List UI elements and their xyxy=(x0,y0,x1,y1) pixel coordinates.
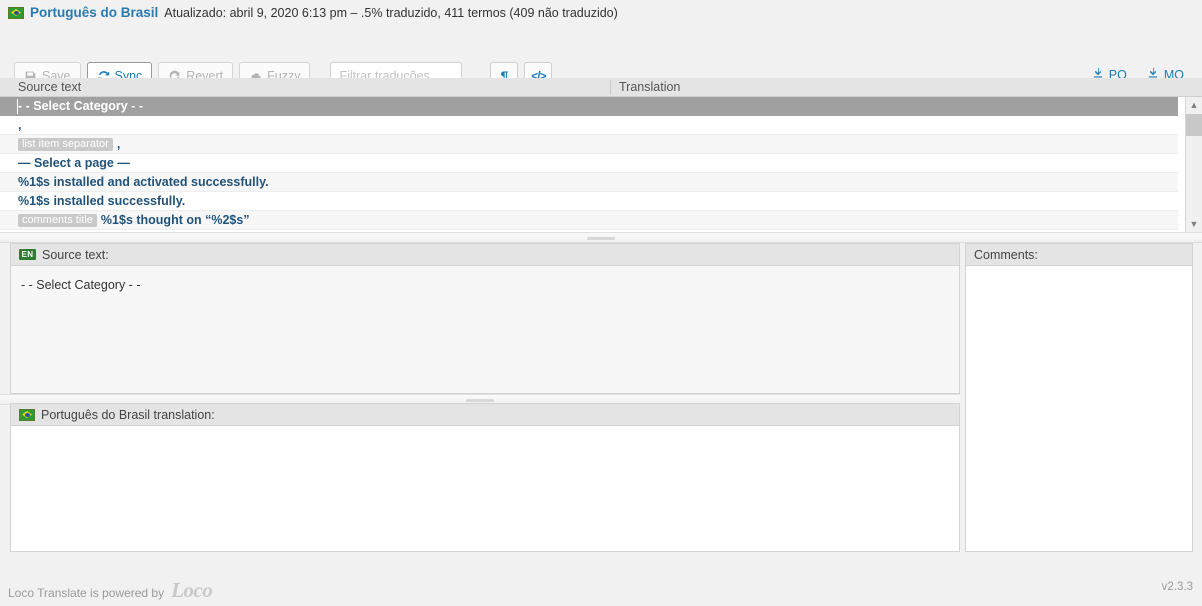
row-source-text: %1$s installed and activated successfull… xyxy=(18,175,269,189)
column-headers: Source text Translation xyxy=(0,78,1202,97)
table-row[interactable]: , xyxy=(0,116,1178,135)
table-row[interactable]: — Select a page — xyxy=(0,154,1178,173)
list-scrollbar[interactable]: ▲ ▼ xyxy=(1185,97,1202,232)
row-column-separator xyxy=(610,116,611,134)
row-context-badge: list item separator xyxy=(18,138,113,151)
footer: Loco Translate is powered by Loco v2.3.3 xyxy=(0,565,1202,606)
column-header-source[interactable]: Source text xyxy=(18,80,81,94)
translation-heading: Português do Brasil translation: xyxy=(41,407,215,422)
translation-list: - - Select Category - -, list item separa… xyxy=(0,97,1202,232)
brazil-flag-icon xyxy=(8,6,24,19)
splitter-grip xyxy=(587,237,615,240)
powered-by-credit: Loco Translate is powered by Loco xyxy=(8,578,213,602)
translation-input[interactable] xyxy=(10,425,960,552)
source-text-content: - - Select Category - - xyxy=(10,265,960,394)
row-context-badge: comments title xyxy=(18,214,97,227)
row-marker xyxy=(17,99,18,114)
source-text-header: EN Source text: xyxy=(10,243,960,265)
english-locale-badge: EN xyxy=(19,249,36,260)
loco-logo: Loco xyxy=(171,578,213,602)
comments-heading: Comments: xyxy=(974,247,1038,262)
table-row[interactable]: comments title %1$s thought on “%2$s” xyxy=(0,211,1178,230)
version-label: v2.3.3 xyxy=(1161,581,1193,593)
row-source-text: %1$s installed successfully. xyxy=(18,194,186,208)
table-row[interactable]: list item separator, xyxy=(0,135,1178,154)
loco-translate-editor: Português do Brasil Atualizado: abril 9,… xyxy=(0,0,1202,606)
row-source-text: - - Select Category - - xyxy=(18,99,144,113)
language-meta: Atualizado: abril 9, 2020 6:13 pm – .5% … xyxy=(164,5,618,20)
table-row[interactable]: %1$s installed and activated successfull… xyxy=(0,173,1178,192)
chevron-up-icon[interactable]: ▲ xyxy=(1186,97,1202,113)
row-source-text: — Select a page — xyxy=(18,156,130,170)
column-header-translation[interactable]: Translation xyxy=(610,80,680,95)
row-source-text: , xyxy=(18,118,22,132)
source-text-heading: Source text: xyxy=(42,247,109,262)
language-name[interactable]: Português do Brasil xyxy=(30,5,158,20)
list-editor-splitter[interactable] xyxy=(0,232,1202,243)
brazil-flag-icon xyxy=(19,408,35,421)
comments-input[interactable] xyxy=(965,265,1193,552)
credit-text: Loco Translate is powered by xyxy=(8,586,165,600)
row-column-separator xyxy=(610,173,611,191)
scrollbar-thumb[interactable] xyxy=(1186,114,1202,136)
row-source-text: , xyxy=(116,137,121,151)
row-column-separator xyxy=(610,211,611,229)
translation-header: Português do Brasil translation: xyxy=(10,403,960,425)
comments-header: Comments: xyxy=(965,243,1193,265)
toolbar: Save Sync Revert Fuzzy Filtrar traduções… xyxy=(0,25,1202,90)
language-header: Português do Brasil Atualizado: abril 9,… xyxy=(0,0,1202,25)
row-source-text: %1$s thought on “%2$s” xyxy=(100,213,250,227)
table-row[interactable]: - - Select Category - - xyxy=(0,97,1178,116)
row-column-separator xyxy=(610,192,611,210)
chevron-down-icon[interactable]: ▼ xyxy=(1186,216,1202,232)
row-column-separator xyxy=(610,154,611,172)
translation-rows: - - Select Category - -, list item separa… xyxy=(0,97,1178,230)
splitter-grip xyxy=(466,399,494,402)
table-row[interactable]: %1$s installed successfully. xyxy=(0,192,1178,211)
row-column-separator xyxy=(610,97,611,115)
row-column-separator xyxy=(610,135,611,153)
